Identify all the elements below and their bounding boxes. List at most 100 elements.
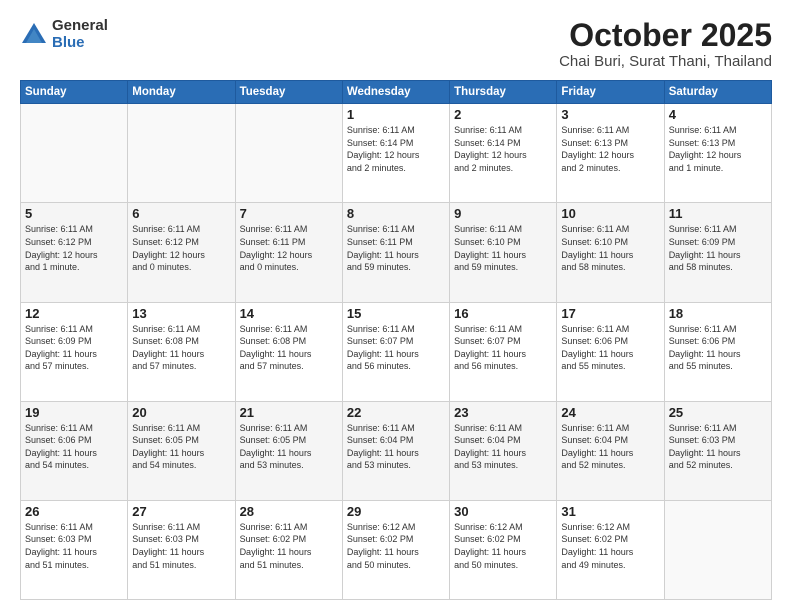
calendar-week-row: 5 Sunrise: 6:11 AM Sunset: 6:12 PM Daylig… bbox=[21, 203, 772, 302]
day-number: 21 bbox=[240, 405, 338, 420]
day-number: 18 bbox=[669, 306, 767, 321]
table-row: 7 Sunrise: 6:11 AM Sunset: 6:11 PM Daylig… bbox=[235, 203, 342, 302]
table-row: 6 Sunrise: 6:11 AM Sunset: 6:12 PM Daylig… bbox=[128, 203, 235, 302]
table-row: 28 Sunrise: 6:11 AM Sunset: 6:02 PM Dayli… bbox=[235, 500, 342, 599]
table-row: 31 Sunrise: 6:12 AM Sunset: 6:02 PM Dayli… bbox=[557, 500, 664, 599]
day-info: Sunrise: 6:11 AM Sunset: 6:06 PM Dayligh… bbox=[669, 323, 767, 373]
day-info: Sunrise: 6:11 AM Sunset: 6:08 PM Dayligh… bbox=[132, 323, 230, 373]
day-number: 5 bbox=[25, 206, 123, 221]
table-row: 26Sunrise: 6:11 AM Sunset: 6:03 PM Dayli… bbox=[21, 500, 128, 599]
day-number: 12 bbox=[25, 306, 123, 321]
day-number: 25 bbox=[669, 405, 767, 420]
table-row: 10 Sunrise: 6:11 AM Sunset: 6:10 PM Dayli… bbox=[557, 203, 664, 302]
table-row bbox=[235, 104, 342, 203]
table-row: 21 Sunrise: 6:11 AM Sunset: 6:05 PM Dayli… bbox=[235, 401, 342, 500]
table-row: 18 Sunrise: 6:11 AM Sunset: 6:06 PM Dayli… bbox=[664, 302, 771, 401]
day-info: Sunrise: 6:11 AM Sunset: 6:11 PM Dayligh… bbox=[347, 223, 445, 273]
table-row: 23Sunrise: 6:11 AM Sunset: 6:04 PM Dayli… bbox=[450, 401, 557, 500]
day-info: Sunrise: 6:11 AM Sunset: 6:09 PM Dayligh… bbox=[25, 323, 123, 373]
table-row: 9 Sunrise: 6:11 AM Sunset: 6:10 PM Daylig… bbox=[450, 203, 557, 302]
day-number: 22 bbox=[347, 405, 445, 420]
day-number: 9 bbox=[454, 206, 552, 221]
day-info: Sunrise: 6:11 AM Sunset: 6:04 PM Dayligh… bbox=[561, 422, 659, 472]
day-info: Sunrise: 6:11 AM Sunset: 6:10 PM Dayligh… bbox=[454, 223, 552, 273]
table-row: 17 Sunrise: 6:11 AM Sunset: 6:06 PM Dayli… bbox=[557, 302, 664, 401]
day-number: 7 bbox=[240, 206, 338, 221]
table-row bbox=[664, 500, 771, 599]
table-row: 8Sunrise: 6:11 AM Sunset: 6:11 PM Daylig… bbox=[342, 203, 449, 302]
day-info: Sunrise: 6:11 AM Sunset: 6:14 PM Dayligh… bbox=[347, 124, 445, 174]
day-info: Sunrise: 6:11 AM Sunset: 6:02 PM Dayligh… bbox=[240, 521, 338, 571]
table-row: 24 Sunrise: 6:11 AM Sunset: 6:04 PM Dayli… bbox=[557, 401, 664, 500]
location: Chai Buri, Surat Thani, Thailand bbox=[559, 53, 772, 70]
day-number: 1 bbox=[347, 107, 445, 122]
day-number: 11 bbox=[669, 206, 767, 221]
logo-text: General Blue bbox=[52, 18, 108, 51]
day-info: Sunrise: 6:12 AM Sunset: 6:02 PM Dayligh… bbox=[347, 521, 445, 571]
table-row: 4 Sunrise: 6:11 AM Sunset: 6:13 PM Daylig… bbox=[664, 104, 771, 203]
day-number: 29 bbox=[347, 504, 445, 519]
calendar-week-row: 26Sunrise: 6:11 AM Sunset: 6:03 PM Dayli… bbox=[21, 500, 772, 599]
day-number: 27 bbox=[132, 504, 230, 519]
table-row: 19Sunrise: 6:11 AM Sunset: 6:06 PM Dayli… bbox=[21, 401, 128, 500]
table-row bbox=[128, 104, 235, 203]
logo-blue-text: Blue bbox=[52, 35, 108, 52]
day-info: Sunrise: 6:11 AM Sunset: 6:05 PM Dayligh… bbox=[132, 422, 230, 472]
day-number: 15 bbox=[347, 306, 445, 321]
day-info: Sunrise: 6:11 AM Sunset: 6:04 PM Dayligh… bbox=[347, 422, 445, 472]
header: General Blue October 2025 Chai Buri, Sur… bbox=[20, 18, 772, 70]
col-tuesday: Tuesday bbox=[235, 81, 342, 104]
day-info: Sunrise: 6:11 AM Sunset: 6:10 PM Dayligh… bbox=[561, 223, 659, 273]
calendar-header-row: Sunday Monday Tuesday Wednesday Thursday… bbox=[21, 81, 772, 104]
calendar-table: Sunday Monday Tuesday Wednesday Thursday… bbox=[20, 80, 772, 600]
day-info: Sunrise: 6:11 AM Sunset: 6:07 PM Dayligh… bbox=[347, 323, 445, 373]
day-info: Sunrise: 6:11 AM Sunset: 6:13 PM Dayligh… bbox=[561, 124, 659, 174]
day-number: 19 bbox=[25, 405, 123, 420]
calendar-week-row: 1 Sunrise: 6:11 AM Sunset: 6:14 PM Daylig… bbox=[21, 104, 772, 203]
day-number: 6 bbox=[132, 206, 230, 221]
day-info: Sunrise: 6:11 AM Sunset: 6:03 PM Dayligh… bbox=[669, 422, 767, 472]
day-info: Sunrise: 6:12 AM Sunset: 6:02 PM Dayligh… bbox=[454, 521, 552, 571]
day-number: 30 bbox=[454, 504, 552, 519]
month-title: October 2025 bbox=[559, 18, 772, 53]
day-info: Sunrise: 6:11 AM Sunset: 6:11 PM Dayligh… bbox=[240, 223, 338, 273]
day-number: 2 bbox=[454, 107, 552, 122]
logo-general-text: General bbox=[52, 18, 108, 35]
day-number: 13 bbox=[132, 306, 230, 321]
day-info: Sunrise: 6:11 AM Sunset: 6:07 PM Dayligh… bbox=[454, 323, 552, 373]
day-number: 10 bbox=[561, 206, 659, 221]
day-info: Sunrise: 6:11 AM Sunset: 6:05 PM Dayligh… bbox=[240, 422, 338, 472]
table-row: 29 Sunrise: 6:12 AM Sunset: 6:02 PM Dayli… bbox=[342, 500, 449, 599]
table-row: 3Sunrise: 6:11 AM Sunset: 6:13 PM Daylig… bbox=[557, 104, 664, 203]
table-row: 1 Sunrise: 6:11 AM Sunset: 6:14 PM Daylig… bbox=[342, 104, 449, 203]
day-number: 24 bbox=[561, 405, 659, 420]
col-saturday: Saturday bbox=[664, 81, 771, 104]
day-info: Sunrise: 6:11 AM Sunset: 6:14 PM Dayligh… bbox=[454, 124, 552, 174]
day-number: 17 bbox=[561, 306, 659, 321]
day-info: Sunrise: 6:11 AM Sunset: 6:06 PM Dayligh… bbox=[561, 323, 659, 373]
table-row: 11 Sunrise: 6:11 AM Sunset: 6:09 PM Dayli… bbox=[664, 203, 771, 302]
calendar-week-row: 12 Sunrise: 6:11 AM Sunset: 6:09 PM Dayli… bbox=[21, 302, 772, 401]
day-number: 31 bbox=[561, 504, 659, 519]
day-info: Sunrise: 6:11 AM Sunset: 6:09 PM Dayligh… bbox=[669, 223, 767, 273]
table-row: 14Sunrise: 6:11 AM Sunset: 6:08 PM Dayli… bbox=[235, 302, 342, 401]
day-number: 16 bbox=[454, 306, 552, 321]
day-info: Sunrise: 6:11 AM Sunset: 6:04 PM Dayligh… bbox=[454, 422, 552, 472]
day-number: 28 bbox=[240, 504, 338, 519]
table-row bbox=[21, 104, 128, 203]
col-monday: Monday bbox=[128, 81, 235, 104]
table-row: 2 Sunrise: 6:11 AM Sunset: 6:14 PM Daylig… bbox=[450, 104, 557, 203]
day-info: Sunrise: 6:11 AM Sunset: 6:12 PM Dayligh… bbox=[132, 223, 230, 273]
day-info: Sunrise: 6:11 AM Sunset: 6:13 PM Dayligh… bbox=[669, 124, 767, 174]
table-row: 27Sunrise: 6:11 AM Sunset: 6:03 PM Dayli… bbox=[128, 500, 235, 599]
table-row: 30 Sunrise: 6:12 AM Sunset: 6:02 PM Dayli… bbox=[450, 500, 557, 599]
day-number: 4 bbox=[669, 107, 767, 122]
table-row: 13 Sunrise: 6:11 AM Sunset: 6:08 PM Dayli… bbox=[128, 302, 235, 401]
col-sunday: Sunday bbox=[21, 81, 128, 104]
day-info: Sunrise: 6:12 AM Sunset: 6:02 PM Dayligh… bbox=[561, 521, 659, 571]
title-block: October 2025 Chai Buri, Surat Thani, Tha… bbox=[559, 18, 772, 70]
table-row: 5Sunrise: 6:11 AM Sunset: 6:12 PM Daylig… bbox=[21, 203, 128, 302]
table-row: 16 Sunrise: 6:11 AM Sunset: 6:07 PM Dayli… bbox=[450, 302, 557, 401]
page: General Blue October 2025 Chai Buri, Sur… bbox=[0, 0, 792, 612]
day-info: Sunrise: 6:11 AM Sunset: 6:08 PM Dayligh… bbox=[240, 323, 338, 373]
